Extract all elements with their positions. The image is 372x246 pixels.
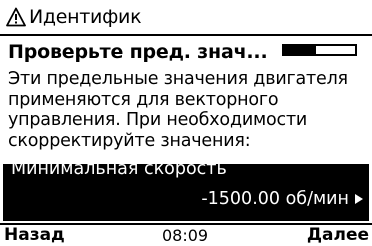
parameter-row-min-speed[interactable]: Минимальная скорость -1500.00 об/мин [3, 164, 369, 221]
clock: 08:09 [162, 226, 209, 245]
progress-bar [282, 44, 357, 56]
arrow-right-icon [355, 194, 363, 204]
status-title: Идентифик [29, 6, 142, 28]
parameter-value: -1500.00 об/мин [201, 189, 349, 209]
status-bar: Идентифик [0, 0, 372, 34]
back-button[interactable]: Назад [4, 225, 65, 246]
status-divider [0, 34, 372, 36]
parameter-name: Минимальная скорость [11, 164, 227, 179]
softkey-bar: Назад 08:09 Далее [0, 225, 372, 246]
progress-fill [284, 46, 316, 54]
page-title: Проверьте пред. знач... [8, 41, 268, 63]
control-panel-screen: Идентифик Проверьте пред. знач... Эти пр… [0, 0, 372, 246]
next-button[interactable]: Далее [307, 225, 369, 246]
instruction-text: Эти предельные значения двигателя примен… [8, 69, 348, 151]
warning-triangle-icon [6, 7, 26, 27]
